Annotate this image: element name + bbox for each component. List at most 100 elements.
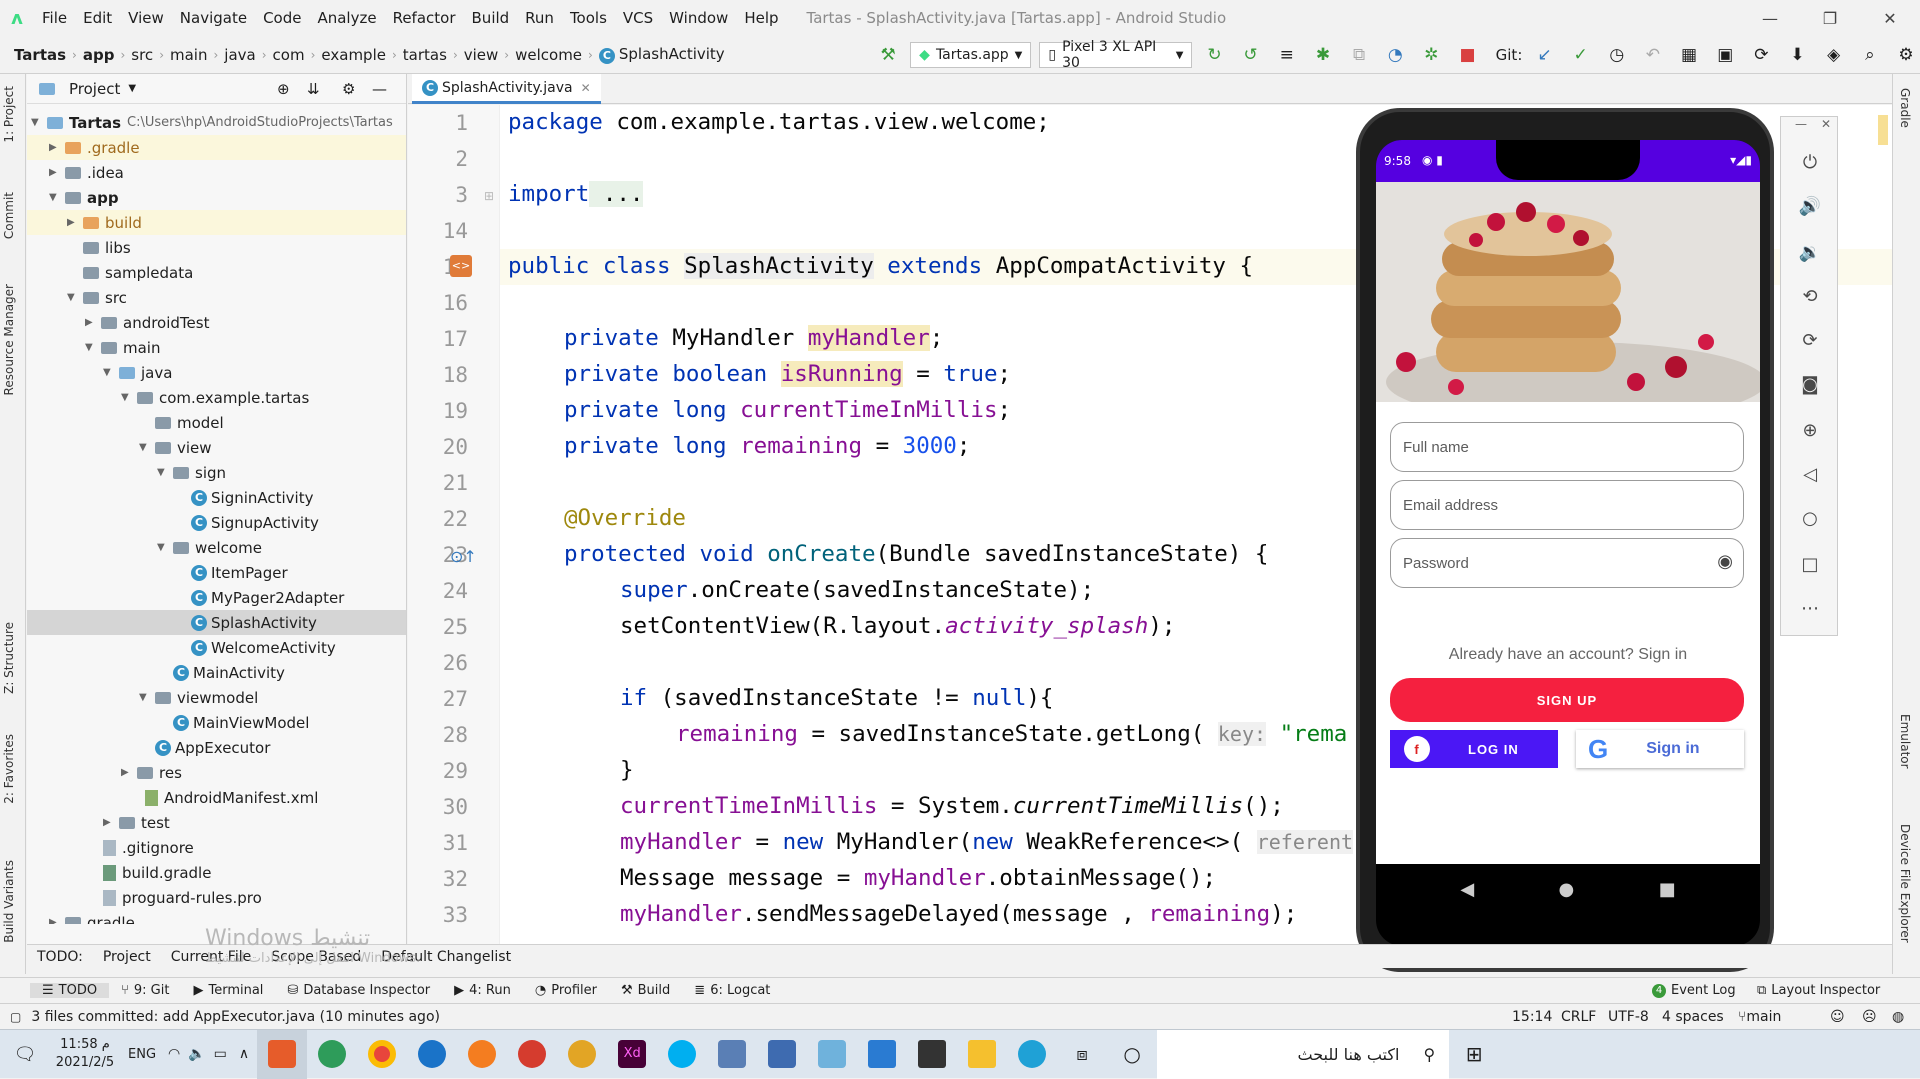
menu-vcs[interactable]: VCS <box>615 9 661 27</box>
app-taskbar-icon[interactable] <box>707 1030 757 1079</box>
apply-changes-icon[interactable]: ↺ <box>1237 40 1265 70</box>
close-button[interactable]: ✕ <box>1860 0 1920 36</box>
tree-item-res[interactable]: ▶ res <box>121 760 182 785</box>
tab-splashactivity[interactable]: C SplashActivity.java ✕ <box>412 74 601 104</box>
camera-icon[interactable]: ◙ <box>1795 369 1825 399</box>
tool-build[interactable]: ⚒ Build <box>609 983 682 998</box>
tree-item-viewmodel[interactable]: ▼ viewmodel <box>139 685 258 710</box>
tree-item-appexecutor[interactable]: C AppExecutor <box>155 735 270 760</box>
tree-item-test[interactable]: ▶ test <box>103 810 170 835</box>
git-history-icon[interactable]: ◷ <box>1603 40 1631 70</box>
tree-item-mypager2adapter[interactable]: C MyPager2Adapter <box>191 585 344 610</box>
mail-icon[interactable] <box>857 1030 907 1079</box>
attach-icon[interactable]: ✲ <box>1417 40 1445 70</box>
tool-profiler[interactable]: ◔ Profiler <box>523 983 609 998</box>
recents-icon[interactable]: ■ <box>1659 879 1676 900</box>
adobe-xd-icon[interactable]: Xd <box>607 1030 657 1079</box>
tree-item-main[interactable]: ▼ main <box>85 335 160 360</box>
settings-icon[interactable]: ⚙ <box>1892 40 1920 70</box>
caret-position[interactable]: 15:14 <box>1512 1009 1552 1025</box>
chevron-up-icon[interactable]: ∧ <box>231 1046 257 1062</box>
tree-item-mainactivity[interactable]: C MainActivity <box>173 660 285 685</box>
file-explorer-icon[interactable] <box>957 1030 1007 1079</box>
crumb-com[interactable]: com <box>267 46 311 64</box>
tool-layout-inspector[interactable]: ⧉ Layout Inspector <box>1745 983 1892 998</box>
tree-item-build-gradle[interactable]: build.gradle <box>103 860 211 885</box>
tool-todo[interactable]: ☰ TODO <box>30 983 110 998</box>
minimize-button[interactable]: — <box>1740 0 1800 36</box>
status-message[interactable]: 3 files committed: add AppExecutor.java … <box>31 1009 440 1025</box>
taskbar-clock[interactable]: 11:58 م 2021/2/5 <box>50 1036 120 1072</box>
tree-item-gradle[interactable]: ▶ gradle <box>49 910 135 924</box>
tree-item-signinactivity[interactable]: C SigninActivity <box>191 485 314 510</box>
tree-item-mainviewmodel[interactable]: C MainViewModel <box>173 710 309 735</box>
crumb-src[interactable]: src <box>125 46 159 64</box>
crumb-main[interactable]: main <box>164 46 213 64</box>
tree-item-src[interactable]: ▼ src <box>67 285 127 310</box>
layout-icon[interactable]: <> <box>450 255 472 277</box>
more-icon[interactable]: ⋯ <box>1795 593 1825 623</box>
store-icon[interactable] <box>907 1030 957 1079</box>
tree-item-androidtest[interactable]: ▶ androidTest <box>85 310 209 335</box>
profile-icon[interactable]: ◔ <box>1381 40 1409 70</box>
menu-run[interactable]: Run <box>517 9 562 27</box>
full-name-field[interactable]: Full name <box>1390 422 1744 472</box>
close-emulator-icon[interactable]: ✕ <box>1821 117 1831 131</box>
tree-item-sign[interactable]: ▼ sign <box>157 460 226 485</box>
tree-item-welcome[interactable]: ▼ welcome <box>157 535 262 560</box>
volume-icon[interactable]: 🔈 <box>184 1046 209 1062</box>
search-icon[interactable]: ⌕ <box>1856 40 1884 70</box>
tree-item-itempager[interactable]: C ItemPager <box>191 560 288 585</box>
project-view-select[interactable]: Project <box>69 80 120 98</box>
language-indicator[interactable]: ENG <box>120 1047 164 1062</box>
frown-icon[interactable]: ☹ <box>1862 1009 1877 1025</box>
menu-refactor[interactable]: Refactor <box>385 9 464 27</box>
tree-item-proguard[interactable]: proguard-rules.pro <box>103 885 262 910</box>
crumb-java[interactable]: java <box>218 46 261 64</box>
tree-item-gradle-dir[interactable]: ▶ .gradle <box>27 135 406 160</box>
battery-icon[interactable]: ▭ <box>210 1046 231 1062</box>
crumb-app[interactable]: app <box>77 46 121 64</box>
back-icon[interactable]: ◀ <box>1460 879 1474 900</box>
hammer-build-icon[interactable]: ⚒ <box>874 40 902 70</box>
tab-commit[interactable]: Commit <box>2 192 16 239</box>
git-branch[interactable]: ⑂main <box>1738 1009 1781 1025</box>
tab-favorites[interactable]: 2: Favorites <box>2 734 16 804</box>
attach-debugger-icon[interactable]: ⧉ <box>1345 40 1373 70</box>
hide-panel-icon[interactable]: — <box>372 80 387 98</box>
tool-event-log[interactable]: 4 Event Log <box>1640 983 1748 998</box>
home-icon[interactable]: ● <box>1559 879 1575 900</box>
menu-tools[interactable]: Tools <box>562 9 615 27</box>
tool-run[interactable]: ▶ 4: Run <box>442 983 523 998</box>
crumb-view[interactable]: view <box>458 46 505 64</box>
device-screen[interactable]: 9:58 ◉ ▮ ▾◢▮ Full name Email address Pas… <box>1376 140 1760 946</box>
stop-icon[interactable]: ■ <box>1453 40 1481 70</box>
app-taskbar-icon[interactable] <box>557 1030 607 1079</box>
chrome-icon[interactable] <box>357 1030 407 1079</box>
memory-indicator-icon[interactable]: ◍ <box>1892 1009 1904 1025</box>
collapse-all-icon[interactable]: ⇊ <box>307 80 320 98</box>
assistant-icon[interactable]: ◈ <box>1820 40 1848 70</box>
app-taskbar-icon[interactable] <box>757 1030 807 1079</box>
crumb-project[interactable]: Tartas <box>0 46 72 64</box>
rotate-right-icon[interactable]: ⟳ <box>1795 325 1825 355</box>
sdk-manager-icon[interactable]: ⬇ <box>1783 40 1811 70</box>
tree-item-root[interactable]: ▼ Tartas C:\Users\hp\AndroidStudioProjects… <box>31 110 406 135</box>
line-separator[interactable]: CRLF <box>1561 1009 1596 1025</box>
gear-icon[interactable]: ⚙ <box>342 80 355 98</box>
tree-item-gitignore[interactable]: .gitignore <box>103 835 194 860</box>
password-field[interactable]: Password ◉ <box>1390 538 1744 588</box>
tab-resource-manager[interactable]: Resource Manager <box>2 284 16 395</box>
sync-icon[interactable]: ⟳ <box>1747 40 1775 70</box>
menu-window[interactable]: Window <box>661 9 736 27</box>
git-commit-icon[interactable]: ✓ <box>1567 40 1595 70</box>
avd-manager-icon[interactable]: ▣ <box>1711 40 1739 70</box>
file-encoding[interactable]: UTF-8 <box>1608 1009 1649 1025</box>
facebook-login-button[interactable]: f LOG IN <box>1390 730 1558 768</box>
menu-help[interactable]: Help <box>736 9 786 27</box>
git-rollback-icon[interactable]: ↶ <box>1639 40 1667 70</box>
maximize-button[interactable]: ❐ <box>1800 0 1860 36</box>
google-sign-in-button[interactable]: G Sign in <box>1576 730 1744 768</box>
tree-item-build[interactable]: ▶ build <box>27 210 406 235</box>
overview-icon[interactable]: □ <box>1795 549 1825 579</box>
